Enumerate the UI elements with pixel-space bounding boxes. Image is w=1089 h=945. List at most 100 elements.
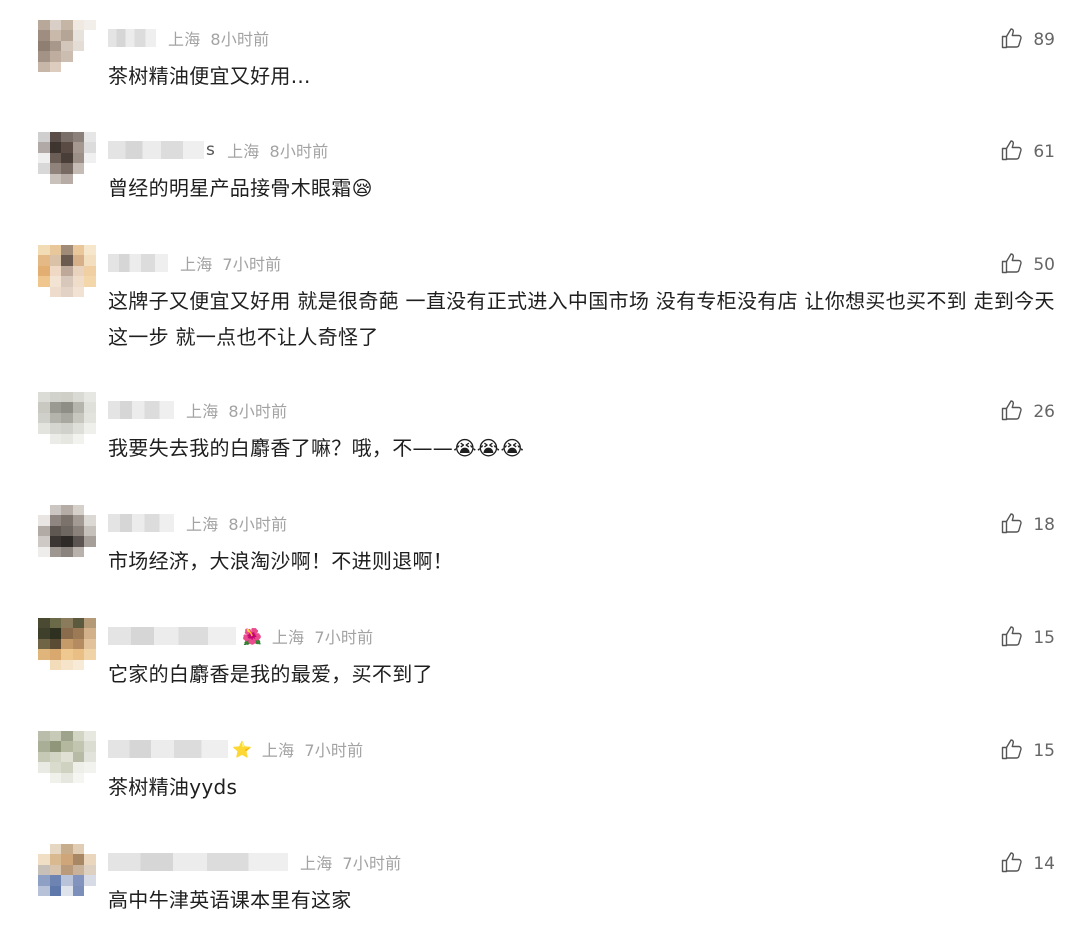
like-button[interactable]: 14 bbox=[1000, 851, 1055, 877]
avatar-pixel bbox=[61, 152, 73, 164]
avatar-pixel bbox=[72, 392, 85, 403]
avatar-pixel bbox=[72, 402, 85, 413]
avatar-pixel bbox=[61, 772, 73, 783]
avatar-pixel bbox=[49, 30, 62, 41]
avatar[interactable] bbox=[38, 731, 96, 783]
avatar-pixel bbox=[61, 255, 73, 266]
avatar-pixel bbox=[61, 20, 73, 31]
like-button[interactable]: 15 bbox=[1000, 738, 1055, 764]
username-blurred[interactable] bbox=[108, 141, 204, 159]
like-button[interactable]: 18 bbox=[1000, 512, 1055, 538]
location: 上海 bbox=[186, 402, 219, 421]
meta-text: 上海 7小时前 bbox=[180, 251, 281, 275]
avatar-pixel bbox=[72, 546, 85, 557]
avatar[interactable] bbox=[38, 844, 96, 896]
avatar-pixel bbox=[84, 61, 96, 72]
like-count: 26 bbox=[1033, 402, 1055, 422]
avatar-pixel bbox=[49, 163, 62, 174]
avatar-pixel bbox=[38, 152, 50, 164]
star-icon: ⭐ bbox=[232, 739, 252, 759]
avatar-pixel bbox=[49, 618, 62, 629]
like-button[interactable]: 26 bbox=[1000, 399, 1055, 425]
comment-text: 曾经的明星产品接骨木眼霜😪 bbox=[108, 176, 373, 200]
avatar-pixel bbox=[72, 51, 85, 62]
timestamp: 7小时前 bbox=[304, 741, 364, 760]
avatar-pixel bbox=[38, 20, 50, 31]
avatar-pixel bbox=[84, 762, 96, 773]
avatar-pixel bbox=[61, 638, 73, 650]
like-button[interactable]: 89 bbox=[1000, 27, 1055, 53]
comment-text: 高中牛津英语课本里有这家 bbox=[108, 888, 352, 912]
avatar-pixel bbox=[49, 659, 62, 670]
avatar[interactable] bbox=[38, 505, 96, 557]
avatar-pixel bbox=[72, 875, 85, 886]
avatar-pixel bbox=[84, 402, 96, 413]
avatar-pixel bbox=[49, 515, 62, 526]
avatar-pixel bbox=[61, 875, 73, 886]
avatar-pixel bbox=[49, 505, 62, 516]
comment-text: 茶树精油yyds bbox=[108, 775, 238, 799]
avatar-pixel bbox=[84, 875, 96, 886]
comment-item: 上海 8小时前 市场经济，大浪淘沙啊！不进则退啊！ 18 bbox=[0, 505, 1089, 585]
comment-meta: 上海 8小时前 bbox=[108, 398, 287, 422]
avatar-pixel bbox=[49, 546, 62, 557]
avatar[interactable] bbox=[38, 132, 96, 184]
comment-meta: 上海 7小时前 bbox=[108, 850, 401, 874]
avatar-pixel bbox=[84, 536, 96, 547]
avatar-pixel bbox=[72, 628, 85, 639]
avatar-pixel bbox=[72, 659, 85, 670]
avatar[interactable] bbox=[38, 392, 96, 444]
avatar-pixel bbox=[49, 40, 62, 52]
like-count: 18 bbox=[1033, 515, 1055, 535]
username-blurred[interactable] bbox=[108, 740, 228, 758]
location: 上海 bbox=[227, 142, 260, 161]
avatar-pixel bbox=[84, 515, 96, 526]
avatar-pixel bbox=[61, 423, 73, 434]
comment-text: 我要失去我的白麝香了嘛？哦，不——😭😭😭 bbox=[108, 436, 525, 460]
avatar-pixel bbox=[61, 276, 73, 287]
avatar-pixel bbox=[49, 854, 62, 865]
avatar-pixel bbox=[49, 392, 62, 403]
avatar-pixel bbox=[38, 885, 50, 896]
comment-text: 这牌子又便宜又好用 就是很奇葩 一直没有正式进入中国市场 没有专柜没有店 让你想… bbox=[108, 289, 1055, 349]
avatar[interactable] bbox=[38, 245, 96, 297]
avatar-pixel bbox=[38, 505, 50, 516]
avatar-pixel bbox=[38, 255, 50, 266]
timestamp: 7小时前 bbox=[342, 854, 402, 873]
username-blurred[interactable] bbox=[108, 514, 174, 532]
username-blurred[interactable] bbox=[108, 627, 236, 645]
avatar-pixel bbox=[49, 772, 62, 783]
avatar-pixel bbox=[61, 854, 73, 865]
username-blurred[interactable] bbox=[108, 29, 156, 47]
meta-text: 上海 7小时前 bbox=[300, 850, 401, 874]
avatar[interactable] bbox=[38, 618, 96, 670]
like-button[interactable]: 50 bbox=[1000, 252, 1055, 278]
username-blurred[interactable] bbox=[108, 254, 168, 272]
avatar-pixel bbox=[84, 423, 96, 434]
avatar-pixel bbox=[84, 505, 96, 516]
thumbs-up-icon bbox=[1000, 251, 1033, 280]
avatar-pixel bbox=[49, 51, 62, 62]
avatar-pixel bbox=[38, 638, 50, 650]
avatar-pixel bbox=[49, 61, 62, 72]
like-count: 50 bbox=[1033, 255, 1055, 275]
like-button[interactable]: 61 bbox=[1000, 139, 1055, 165]
avatar-pixel bbox=[49, 885, 62, 896]
avatar-pixel bbox=[84, 731, 96, 742]
username-blurred[interactable] bbox=[108, 853, 288, 871]
username-blurred[interactable] bbox=[108, 401, 174, 419]
avatar-pixel bbox=[72, 142, 85, 153]
avatar-pixel bbox=[61, 412, 73, 424]
avatar-pixel bbox=[72, 61, 85, 72]
avatar-pixel bbox=[61, 741, 73, 752]
comment-item: s 上海 8小时前 曾经的明星产品接骨木眼霜😪 61 bbox=[0, 132, 1089, 212]
avatar-pixel bbox=[49, 741, 62, 752]
avatar[interactable] bbox=[38, 20, 96, 72]
avatar-pixel bbox=[84, 412, 96, 424]
avatar-pixel bbox=[38, 546, 50, 557]
avatar-pixel bbox=[84, 132, 96, 143]
avatar-pixel bbox=[61, 515, 73, 526]
avatar-pixel bbox=[38, 132, 50, 143]
avatar-pixel bbox=[49, 402, 62, 413]
like-button[interactable]: 15 bbox=[1000, 625, 1055, 651]
